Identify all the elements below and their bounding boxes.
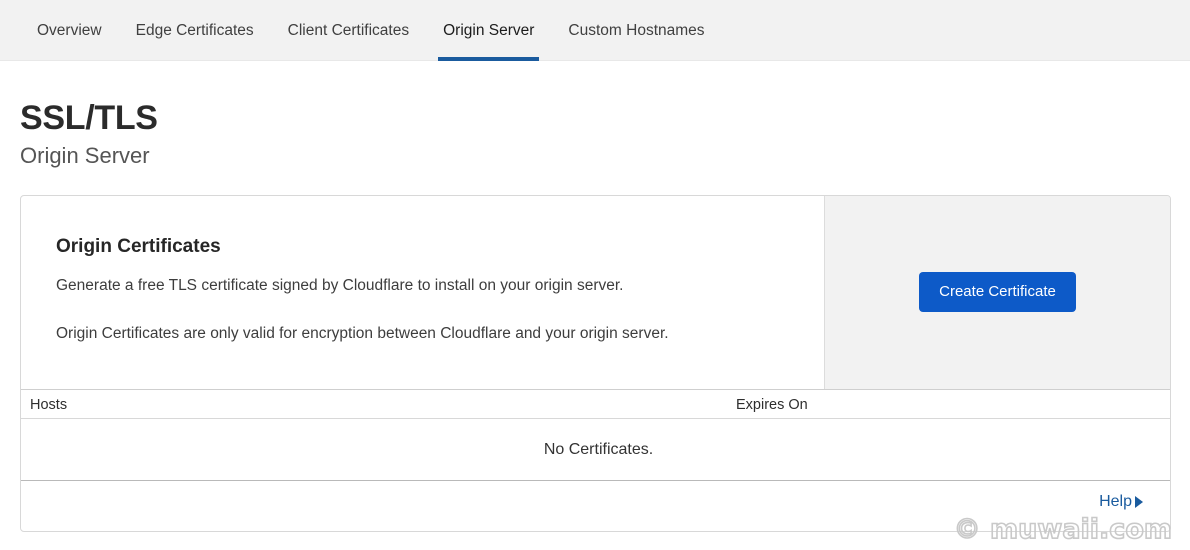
tab-label: Origin Server [443, 22, 535, 39]
tab-label: Overview [37, 22, 102, 39]
tab-edge-certificates[interactable]: Edge Certificates [119, 0, 271, 61]
certificates-table-header: Hosts Expires On [21, 389, 1170, 419]
tab-label: Client Certificates [287, 22, 410, 39]
active-tab-indicator [438, 57, 540, 61]
tab-client-certificates[interactable]: Client Certificates [271, 0, 426, 61]
tab-list: Overview Edge Certificates Client Certif… [20, 0, 722, 61]
tab-label: Edge Certificates [135, 22, 254, 39]
help-link[interactable]: Help [1099, 491, 1143, 512]
column-header-expires-on: Expires On [736, 397, 808, 413]
tab-overview[interactable]: Overview [20, 0, 119, 61]
page-subtitle: Origin Server [20, 143, 150, 168]
triangle-right-icon [1135, 496, 1143, 508]
column-header-hosts: Hosts [30, 397, 68, 413]
tab-label: Custom Hostnames [568, 22, 705, 39]
card-description-panel: Origin Certificates Generate a free TLS … [21, 196, 824, 389]
certificates-table-empty-row: No Certificates. [21, 419, 1170, 481]
tab-custom-hostnames[interactable]: Custom Hostnames [551, 0, 721, 61]
tab-origin-server[interactable]: Origin Server [426, 0, 551, 61]
top-navigation-bar: Overview Edge Certificates Client Certif… [0, 0, 1190, 61]
create-certificate-button[interactable]: Create Certificate [919, 271, 1076, 312]
card-top-section: Origin Certificates Generate a free TLS … [21, 196, 1170, 389]
empty-state-message: No Certificates. [543, 440, 654, 458]
card-heading: Origin Certificates [56, 236, 221, 257]
card-footer: Help [21, 481, 1170, 530]
page-title: SSL/TLS [20, 99, 158, 137]
card-action-panel: Create Certificate [824, 196, 1170, 389]
origin-certificates-card: Origin Certificates Generate a free TLS … [20, 195, 1171, 532]
card-description-line-1: Generate a free TLS certificate signed b… [56, 277, 624, 294]
page-header: SSL/TLS Origin Server [20, 97, 158, 171]
card-description-line-2: Origin Certificates are only valid for e… [56, 325, 669, 342]
help-link-label: Help [1099, 493, 1132, 510]
